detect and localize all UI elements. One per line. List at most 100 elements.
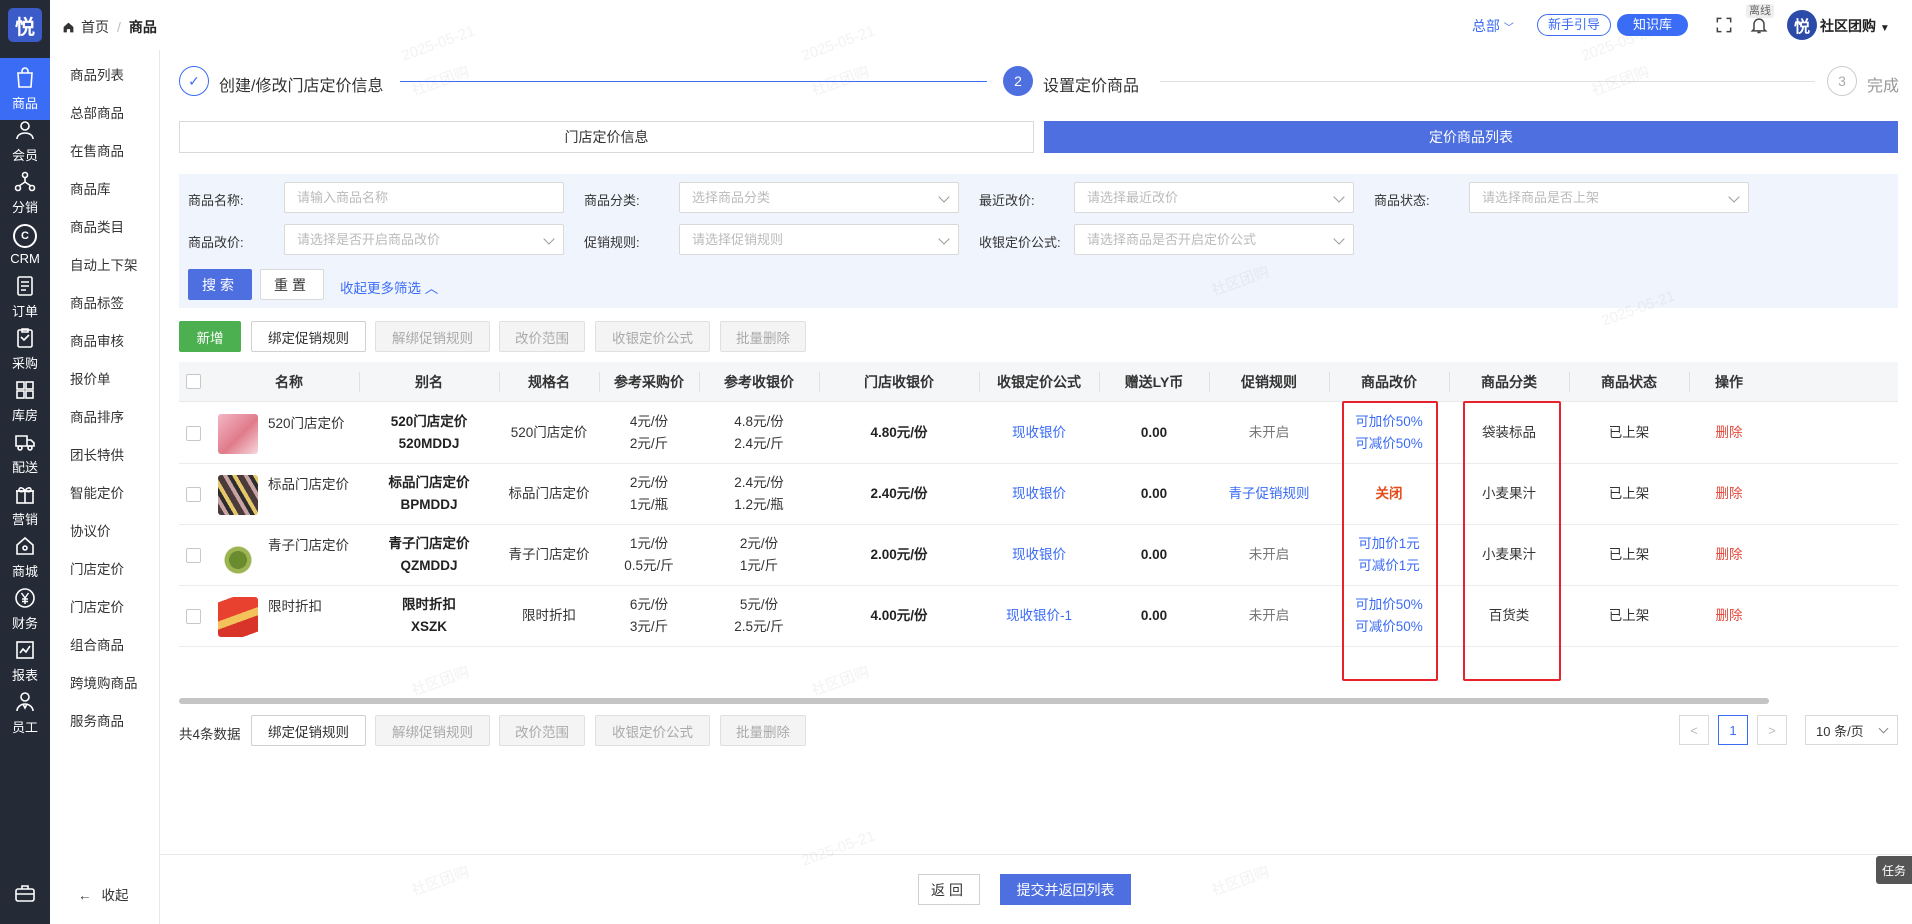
page-size-value: 10 条/页 <box>1816 723 1864 739</box>
page-number[interactable]: 1 <box>1718 715 1748 745</box>
submenu-item[interactable]: 门店定价 <box>70 596 124 616</box>
chevron-down-icon <box>938 191 950 203</box>
knowledge-base-button[interactable]: 知识库 <box>1617 14 1689 36</box>
goods-status: 已上架 <box>1608 425 1650 440</box>
pricing-formula-link[interactable]: 现收银价 <box>979 525 1099 585</box>
store-cashier-price: 2.00元/份 <box>870 547 928 562</box>
submenu-item[interactable]: 自动上下架 <box>70 254 138 274</box>
goods-status: 已上架 <box>1608 486 1650 501</box>
goods-category-select[interactable]: 选择商品分类 <box>679 182 959 213</box>
avatar[interactable]: 悦 <box>1787 10 1817 40</box>
fullscreen-icon[interactable] <box>1714 15 1734 35</box>
nav-staff-label: 员工 <box>11 720 38 735</box>
submenu-item[interactable]: 商品列表 <box>70 64 124 84</box>
row-checkbox[interactable] <box>186 426 201 441</box>
row-checkbox[interactable] <box>186 548 201 563</box>
unbind-promo-button-bottom[interactable]: 解绑促销规则 <box>375 715 490 746</box>
toolbox-icon <box>15 884 35 902</box>
submenu-item[interactable]: 商品库 <box>70 178 111 198</box>
promo-rule-select[interactable]: 请选择促销规则 <box>679 224 959 255</box>
promo-rule[interactable]: 未开启 <box>1209 403 1329 463</box>
delete-link[interactable]: 删除 <box>1689 525 1769 585</box>
delete-link[interactable]: 删除 <box>1689 464 1769 524</box>
step-connector <box>400 81 987 82</box>
goods-name-input[interactable]: 请输入商品名称 <box>284 182 564 213</box>
price-range-button[interactable]: 改价范围 <box>499 321 585 352</box>
prev-page-button[interactable]: < <box>1679 715 1709 745</box>
bell-icon[interactable] <box>1749 15 1769 35</box>
step-2-label: 设置定价商品 <box>1043 78 1140 95</box>
delete-link[interactable]: 删除 <box>1689 403 1769 463</box>
row-checkbox[interactable] <box>186 487 201 502</box>
user-menu[interactable]: 社区团购 ▼ <box>1820 16 1890 36</box>
spec-name: 青子门店定价 <box>508 547 590 562</box>
chevron-up-icon: ︿ <box>424 281 439 296</box>
submenu-item[interactable]: 团长特供 <box>70 444 124 464</box>
promo-rule[interactable]: 未开启 <box>1209 586 1329 646</box>
submenu-item[interactable]: 跨境购商品 <box>70 672 138 692</box>
submenu-item[interactable]: 组合商品 <box>70 634 124 654</box>
submit-return-button[interactable]: 提交并返回列表 <box>1000 874 1131 905</box>
goods-status-placeholder: 请选择商品是否上架 <box>1482 190 1600 205</box>
goods-submenu: 商品列表 总部商品 在售商品 商品库 商品类目 自动上下架 商品标签 商品审核 … <box>50 50 160 924</box>
price-range-button-bottom[interactable]: 改价范围 <box>499 715 585 746</box>
search-button[interactable]: 搜索 <box>188 269 252 300</box>
step-1-icon: ✓ <box>179 66 209 96</box>
recent-change-select[interactable]: 请选择最近改价 <box>1074 182 1354 213</box>
select-all-checkbox[interactable] <box>186 374 201 389</box>
submenu-item[interactable]: 商品标签 <box>70 292 124 312</box>
next-page-button[interactable]: > <box>1757 715 1787 745</box>
submenu-item[interactable]: 商品排序 <box>70 406 124 426</box>
back-button[interactable]: 返回 <box>918 874 980 905</box>
add-button[interactable]: 新增 <box>179 321 241 352</box>
nav-more[interactable] <box>0 872 50 916</box>
pricing-formula-button-bottom[interactable]: 收银定价公式 <box>595 715 710 746</box>
bind-promo-button-bottom[interactable]: 绑定促销规则 <box>251 715 366 746</box>
submenu-item[interactable]: 服务商品 <box>70 710 124 730</box>
promo-rule[interactable]: 青子促销规则 <box>1209 464 1329 524</box>
submenu-item[interactable]: 商品类目 <box>70 216 124 236</box>
submenu-item[interactable]: 门店定价 <box>70 558 124 578</box>
breadcrumb-home[interactable]: 首页 <box>81 17 109 37</box>
tab-pricing-goods-list[interactable]: 定价商品列表 <box>1044 121 1898 153</box>
pricing-formula-button[interactable]: 收银定价公式 <box>595 321 710 352</box>
reset-button[interactable]: 重置 <box>260 269 324 300</box>
submenu-item[interactable]: 商品审核 <box>70 330 124 350</box>
ref-purchase-price: 6元/份 <box>629 597 669 612</box>
price-change-select[interactable]: 请选择是否开启商品改价 <box>284 224 564 255</box>
user-name: 社区团购 <box>1820 18 1876 34</box>
goods-status-select[interactable]: 请选择商品是否上架 <box>1469 182 1749 213</box>
submenu-item[interactable]: 在售商品 <box>70 140 124 160</box>
guide-button[interactable]: 新手引导 <box>1537 14 1612 36</box>
pricing-formula-link[interactable]: 现收银价 <box>979 464 1099 524</box>
row-checkbox[interactable] <box>186 609 201 624</box>
hq-dropdown[interactable]: 总部 ﹀ <box>1472 16 1514 36</box>
nav-staff[interactable]: 员工 <box>0 682 50 744</box>
store-cashier-price: 2.40元/份 <box>870 486 928 501</box>
pricing-formula-link[interactable]: 现收银价-1 <box>979 586 1099 646</box>
unbind-promo-button[interactable]: 解绑促销规则 <box>375 321 490 352</box>
delete-link[interactable]: 删除 <box>1689 586 1769 646</box>
tab-store-pricing-info[interactable]: 门店定价信息 <box>179 121 1034 153</box>
bind-promo-button[interactable]: 绑定促销规则 <box>251 321 366 352</box>
product-thumbnail <box>218 597 258 637</box>
table-horizontal-scrollbar[interactable] <box>179 698 1769 704</box>
promo-rule[interactable]: 未开启 <box>1209 525 1329 585</box>
ly-coin: 0.00 <box>1140 547 1168 562</box>
page-size-select[interactable]: 10 条/页 <box>1805 715 1898 745</box>
batch-delete-button-bottom[interactable]: 批量删除 <box>720 715 806 746</box>
pricing-formula-select[interactable]: 请选择商品是否开启定价公式 <box>1074 224 1354 255</box>
collapse-menu-button[interactable]: ← 收起 <box>78 884 129 904</box>
collapse-filters-label: 收起更多筛选 <box>340 281 421 296</box>
task-tab[interactable]: 任务 <box>1876 856 1912 884</box>
collapse-filters-link[interactable]: 收起更多筛选 ︿ <box>340 277 438 297</box>
chevron-down-icon <box>1728 191 1740 203</box>
batch-delete-button[interactable]: 批量删除 <box>720 321 806 352</box>
column-header: 促销规则 <box>1241 374 1297 390</box>
pricing-formula-link[interactable]: 现收银价 <box>979 403 1099 463</box>
submenu-item[interactable]: 报价单 <box>70 368 111 388</box>
submenu-item[interactable]: 协议价 <box>70 520 111 540</box>
app-logo[interactable]: 悦 <box>0 0 50 50</box>
submenu-item[interactable]: 智能定价 <box>70 482 124 502</box>
submenu-item[interactable]: 总部商品 <box>70 102 124 122</box>
